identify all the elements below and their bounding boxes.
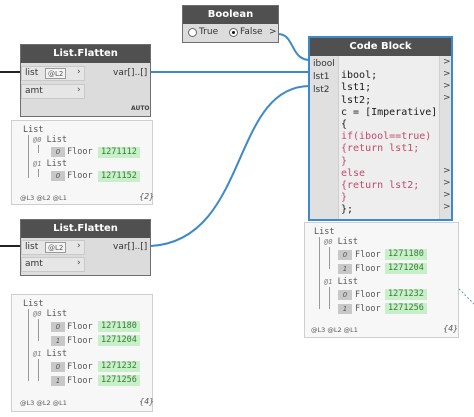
- preview-item-value: 1271256: [98, 375, 140, 386]
- flatten-top-lacing-badge[interactable]: @L2: [45, 68, 67, 79]
- code-line: }: [341, 155, 348, 167]
- flatten-bottom-amt-chevron[interactable]: ›: [77, 258, 81, 268]
- code-line: {return lst1;: [341, 143, 420, 155]
- code-output-port[interactable]: >: [443, 190, 451, 200]
- flatten-node-bottom[interactable]: List.Flatten list @L2 › amt › var[]..[]: [20, 219, 151, 276]
- code-block-preview: List @0 List 0 Floor 1271180 1 Floor 127…: [304, 222, 459, 338]
- radio-true-label: True: [199, 27, 219, 37]
- code-output-port[interactable]: >: [443, 69, 451, 79]
- preview-count: {4}: [139, 397, 155, 406]
- code-output-port[interactable]: >: [443, 202, 451, 212]
- preview-item-index: 1: [338, 304, 352, 314]
- preview-item-value: 1271232: [98, 361, 140, 372]
- code-line: }: [341, 192, 348, 204]
- preview-group-0: @0 List: [33, 135, 68, 145]
- preview-item-key: Floor: [67, 322, 93, 332]
- preview-item-key: Floor: [67, 171, 93, 181]
- code-line: {: [341, 119, 348, 131]
- flatten-bottom-output[interactable]: var[]..[]: [113, 239, 147, 255]
- flatten-top-preview: List @0 List 0 Floor 1271112 @1 List 0 F…: [11, 120, 155, 205]
- preview-item-index: 0: [338, 290, 352, 300]
- flatten-top-amt-chevron[interactable]: ›: [77, 85, 81, 95]
- preview-item-index: 0: [51, 362, 65, 372]
- code-line: c = [Imperative]: [341, 106, 438, 118]
- flatten-bottom-input-list-label: list: [25, 242, 39, 252]
- preview-item-value: 1271180: [98, 321, 140, 332]
- preview-item-key: Floor: [67, 362, 93, 372]
- preview-item-key: Floor: [355, 264, 381, 274]
- code-line: lst1;: [341, 82, 372, 94]
- flatten-top-title: List.Flatten: [21, 45, 150, 63]
- code-line: lst2;: [341, 94, 372, 106]
- code-line: ibool;: [341, 70, 378, 82]
- preview-item-key: Floor: [67, 336, 93, 346]
- flatten-bottom-preview: List @0 List 0 Floor 1271180 1 Floor 127…: [11, 294, 155, 412]
- code-block-title: Code Block: [310, 38, 451, 56]
- code-line: else: [341, 167, 366, 179]
- radio-false[interactable]: [229, 28, 238, 37]
- code-input-lst2[interactable]: lst2: [313, 82, 329, 98]
- flatten-bottom-list-chevron[interactable]: ›: [77, 241, 81, 251]
- code-line: };: [341, 204, 354, 216]
- flatten-node-top[interactable]: List.Flatten list @L2 › amt › var[]..[] …: [20, 44, 151, 117]
- preview-item-key: Floor: [67, 147, 93, 157]
- preview-levels: @L3 @L2 @L1: [311, 326, 358, 334]
- preview-group-0: @0 List: [324, 237, 359, 247]
- preview-count: {4}: [443, 324, 459, 333]
- code-output-port[interactable]: >: [443, 81, 451, 91]
- preview-count: {2}: [139, 192, 155, 201]
- preview-item-value: 1271112: [98, 147, 140, 158]
- preview-root-label: List: [23, 125, 44, 135]
- code-block-node[interactable]: Code Block ibool lst1 lst2 ibool; lst1; …: [309, 37, 452, 220]
- preview-item-value: 1271204: [385, 263, 427, 274]
- code-output-port[interactable]: >: [443, 178, 451, 188]
- flatten-top-output[interactable]: var[]..[]: [113, 65, 147, 81]
- code-line: if(ibool==true): [341, 131, 432, 143]
- preview-group-0: @0 List: [33, 309, 68, 319]
- preview-item-index: 1: [51, 336, 65, 346]
- code-output-port[interactable]: >: [443, 166, 451, 176]
- preview-group-1: @1 List: [324, 277, 359, 287]
- preview-item-value: 1271256: [385, 303, 427, 314]
- preview-item-index: 1: [51, 376, 65, 386]
- preview-item-value: 1271152: [98, 171, 140, 182]
- preview-item-index: 0: [338, 250, 352, 260]
- preview-item-key: Floor: [67, 376, 93, 386]
- flatten-top-input-amt-label: amt: [25, 86, 43, 96]
- preview-group-1: @1 List: [33, 349, 68, 359]
- flatten-top-lacing-mode: AUTO: [131, 105, 150, 112]
- preview-levels: @L3 @L2 @L1: [20, 399, 67, 407]
- radio-false-label: False: [240, 27, 263, 37]
- preview-item-index: 0: [51, 322, 65, 332]
- code-line: {return lst2;: [341, 180, 420, 192]
- preview-item-key: Floor: [355, 290, 381, 300]
- code-output-port[interactable]: >: [443, 57, 451, 67]
- preview-root-label: List: [23, 299, 44, 309]
- boolean-node[interactable]: Boolean True False >: [182, 5, 279, 43]
- flatten-top-list-chevron[interactable]: ›: [77, 67, 81, 77]
- preview-item-value: 1271180: [385, 249, 427, 260]
- wire-flatten-bottom-to-lst2[interactable]: [150, 85, 311, 247]
- radio-true[interactable]: [188, 28, 197, 37]
- preview-root-label: List: [314, 227, 335, 237]
- wire-boolean-to-ibool[interactable]: [277, 33, 311, 61]
- flatten-bottom-lacing-badge[interactable]: @L2: [45, 242, 67, 253]
- preview-item-value: 1271232: [385, 289, 427, 300]
- preview-item-index: 0: [51, 147, 65, 157]
- code-output-port[interactable]: >: [443, 93, 451, 103]
- preview-item-key: Floor: [355, 250, 381, 260]
- boolean-node-title: Boolean: [183, 6, 278, 24]
- preview-levels: @L3 @L2 @L1: [20, 194, 67, 202]
- preview-item-key: Floor: [355, 304, 381, 314]
- flatten-bottom-title: List.Flatten: [21, 220, 150, 238]
- boolean-output-port[interactable]: >: [269, 27, 277, 37]
- preview-item-index: 0: [51, 171, 65, 181]
- flatten-bottom-input-amt-label: amt: [25, 259, 43, 269]
- preview-group-1: @1 List: [33, 159, 68, 169]
- preview-item-value: 1271204: [98, 335, 140, 346]
- code-editor-text: ibool; lst1; lst2; c = [Imperative] { if…: [341, 58, 437, 217]
- flatten-top-input-list-label: list: [25, 68, 39, 78]
- preview-item-index: 1: [338, 264, 352, 274]
